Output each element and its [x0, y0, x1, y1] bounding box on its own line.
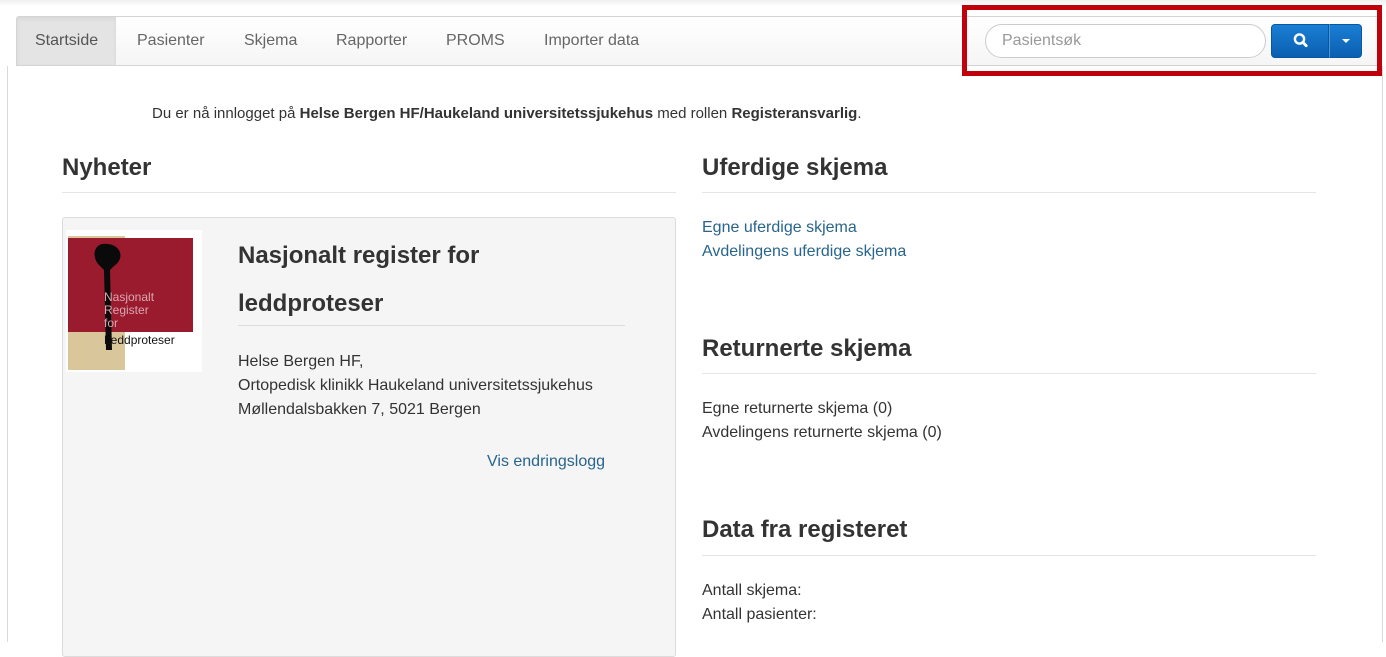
- news-divider: [62, 192, 676, 193]
- form-count-label: Antall skjema:: [702, 582, 802, 599]
- logo-text-1: Nasjonalt: [104, 290, 155, 304]
- address-line-1: Helse Bergen HF,: [238, 353, 364, 370]
- login-organization: Helse Bergen HF/Haukeland universitetssj…: [299, 105, 654, 122]
- page-right-border: [1382, 66, 1383, 642]
- address-line-2: Ortopedisk klinikk Haukeland universitet…: [238, 377, 593, 394]
- nav-startside[interactable]: Startside: [17, 17, 117, 65]
- registry-logo: Nasjonalt Register for Leddproteser: [66, 230, 202, 372]
- registry-data-heading: Data fra registeret: [702, 516, 908, 543]
- department-unfinished-link[interactable]: Avdelingens uferdige skjema: [702, 243, 906, 261]
- logo-text-2: Register: [104, 303, 149, 317]
- address-line-3: Møllendalsbakken 7, 5021 Bergen: [238, 401, 481, 418]
- department-returned-item: Avdelingens returnerte skjema (0): [702, 424, 942, 441]
- login-suffix: .: [857, 105, 862, 122]
- logo-text-3: for: [104, 316, 118, 330]
- returned-heading: Returnerte skjema: [702, 335, 912, 362]
- login-middle: med rollen: [653, 105, 732, 122]
- login-status-message: Du er nå innlogget på Helse Bergen HF/Ha…: [152, 105, 862, 122]
- news-heading: Nyheter: [62, 154, 152, 181]
- changelog-link[interactable]: Vis endringslogg: [487, 453, 605, 471]
- login-prefix: Du er nå innlogget på: [152, 105, 300, 122]
- page-left-border: [7, 66, 8, 642]
- own-returned-item: Egne returnerte skjema (0): [702, 400, 893, 417]
- news-card-title: Nasjonalt register for leddproteser: [238, 242, 480, 317]
- own-unfinished-link[interactable]: Egne uferdige skjema: [702, 219, 857, 237]
- search-highlight-box: [962, 5, 1382, 76]
- nav-skjema[interactable]: Skjema: [226, 17, 315, 65]
- unfinished-heading: Uferdige skjema: [702, 154, 888, 181]
- news-card-divider: [238, 325, 625, 326]
- registry-data-divider: [702, 555, 1316, 556]
- login-role: Registeransvarlig: [731, 105, 858, 122]
- patient-count-label: Antall pasienter:: [702, 606, 817, 623]
- nav-pasienter[interactable]: Pasienter: [119, 17, 223, 65]
- nav-rapporter[interactable]: Rapporter: [318, 17, 425, 65]
- logo-text-4: Leddproteser: [104, 333, 175, 347]
- returned-divider: [702, 373, 1316, 374]
- nav-importer-data[interactable]: Importer data: [526, 17, 657, 65]
- unfinished-divider: [702, 192, 1316, 193]
- nav-proms[interactable]: PROMS: [428, 17, 523, 65]
